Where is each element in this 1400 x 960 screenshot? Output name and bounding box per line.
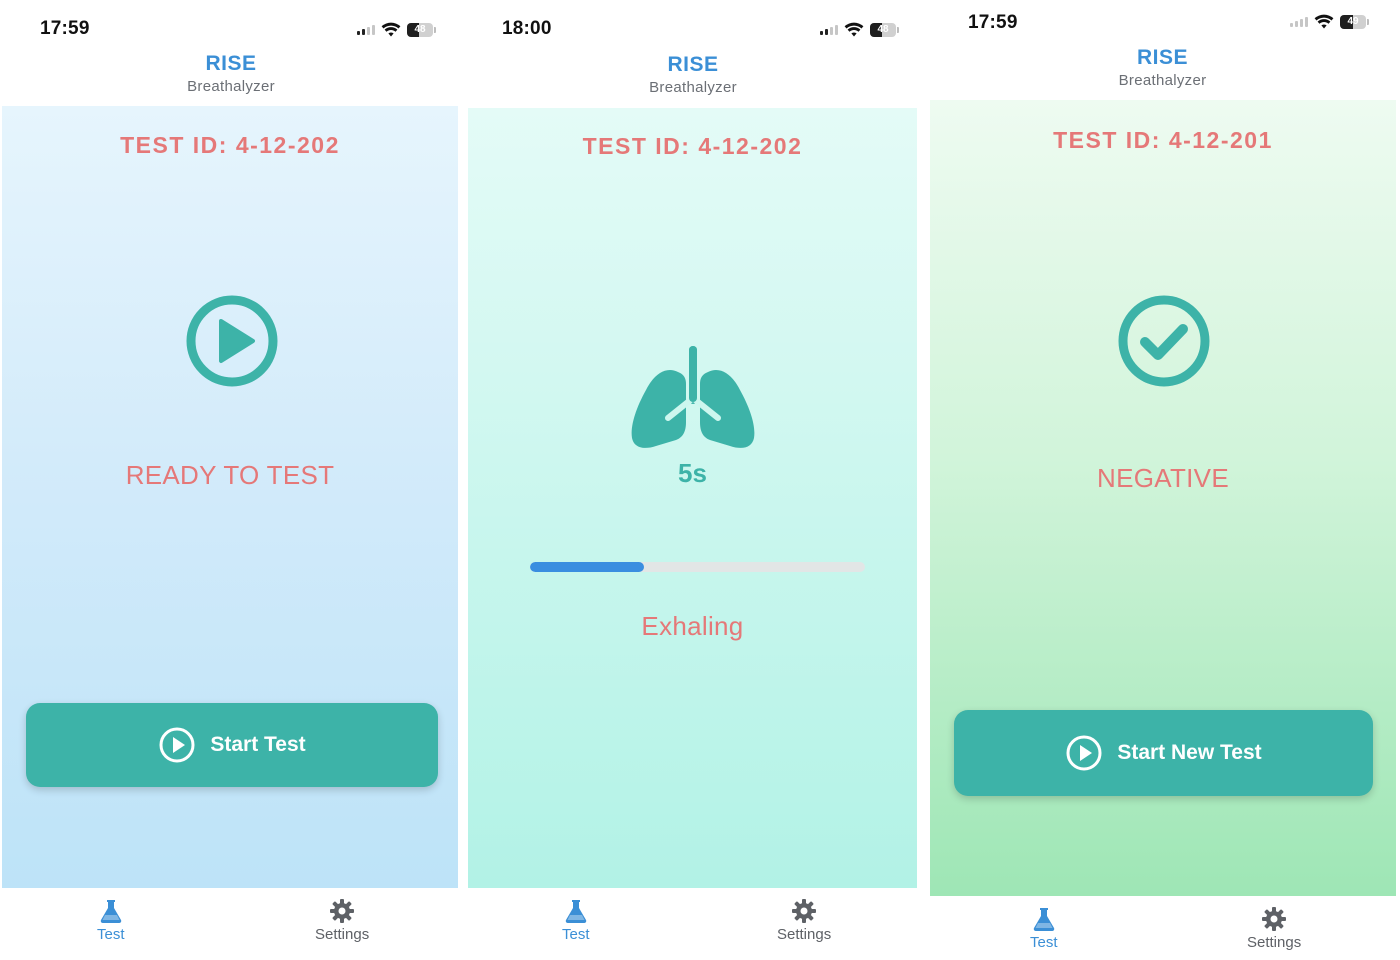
phone-screen-ready: 17:59 48 RISE Breathalyzer TEST ID: 4-12… bbox=[0, 0, 462, 960]
tab-test-label: Test bbox=[1030, 934, 1058, 951]
status-bar: 18:00 48 bbox=[463, 8, 923, 48]
lungs-icon bbox=[631, 346, 755, 448]
gear-icon bbox=[792, 899, 817, 923]
app-title: RISE bbox=[667, 53, 719, 76]
battery-percent: 48 bbox=[877, 24, 889, 35]
test-id-label: TEST ID: 4-12-202 bbox=[120, 132, 340, 158]
battery-percent: 49 bbox=[1347, 16, 1359, 27]
wifi-icon bbox=[381, 22, 401, 37]
status-time: 17:59 bbox=[40, 18, 90, 39]
tab-settings-label: Settings bbox=[315, 926, 370, 943]
cellular-signal-icon bbox=[357, 25, 375, 35]
test-result-label: NEGATIVE bbox=[1097, 463, 1229, 493]
flask-icon bbox=[565, 900, 587, 924]
gear-icon bbox=[1262, 907, 1287, 931]
tab-test[interactable]: Test bbox=[97, 898, 125, 943]
status-bar: 17:59 49 bbox=[925, 2, 1400, 42]
app-subtitle: Breathalyzer bbox=[1118, 72, 1207, 89]
status-time: 17:59 bbox=[968, 12, 1018, 33]
tab-test-label: Test bbox=[97, 926, 125, 943]
start-test-button[interactable]: Start Test bbox=[26, 703, 438, 787]
battery-icon: 48 bbox=[870, 23, 899, 37]
tab-bar: Test Settings bbox=[463, 888, 923, 960]
play-circle-icon bbox=[1066, 735, 1102, 771]
app-subtitle: Breathalyzer bbox=[187, 78, 275, 95]
test-panel: TEST ID: 4-12-202 5s Exhaling bbox=[468, 108, 917, 888]
wifi-icon bbox=[844, 22, 864, 37]
phone-screen-exhaling: 18:00 48 RISE Breathalyzer TEST ID: 4-12… bbox=[463, 0, 923, 960]
gear-icon bbox=[330, 899, 355, 923]
app-title: RISE bbox=[1136, 46, 1188, 69]
app-title: RISE bbox=[205, 52, 257, 75]
wifi-icon bbox=[1314, 14, 1334, 29]
test-status-label: READY TO TEST bbox=[125, 460, 335, 490]
test-id-label: TEST ID: 4-12-202 bbox=[582, 133, 803, 159]
tab-settings[interactable]: Settings bbox=[1247, 906, 1301, 951]
flask-icon bbox=[100, 900, 122, 924]
tab-settings[interactable]: Settings bbox=[315, 898, 369, 943]
tab-bar: Test Settings bbox=[925, 896, 1400, 960]
test-panel: TEST ID: 4-12-202 READY TO TEST Start Te… bbox=[2, 106, 458, 888]
status-time: 18:00 bbox=[502, 18, 552, 39]
test-id-label: TEST ID: 4-12-201 bbox=[1053, 127, 1273, 153]
tab-test[interactable]: Test bbox=[1030, 906, 1058, 951]
start-new-test-button[interactable]: Start New Test bbox=[954, 710, 1373, 796]
battery-icon: 49 bbox=[1340, 15, 1369, 29]
flask-icon bbox=[1033, 908, 1055, 932]
check-circle-icon bbox=[1118, 295, 1210, 387]
play-circle-icon bbox=[186, 295, 278, 387]
test-status-label: Exhaling bbox=[641, 611, 744, 641]
tab-test[interactable]: Test bbox=[562, 898, 590, 943]
phone-screen-result: 17:59 49 RISE Breathalyzer TEST ID: 4-12… bbox=[925, 0, 1400, 960]
tab-settings-label: Settings bbox=[777, 926, 832, 943]
exhale-progress-fill bbox=[530, 562, 644, 572]
test-panel: TEST ID: 4-12-201 NEGATIVE Start New Tes… bbox=[930, 100, 1396, 896]
battery-icon: 48 bbox=[407, 23, 436, 37]
start-new-test-button-label: Start New Test bbox=[1117, 741, 1262, 764]
start-test-button-label: Start Test bbox=[210, 733, 306, 756]
cellular-signal-icon bbox=[820, 25, 838, 35]
tab-settings[interactable]: Settings bbox=[777, 898, 831, 943]
battery-percent: 48 bbox=[414, 24, 426, 35]
tab-bar: Test Settings bbox=[0, 888, 462, 960]
cellular-signal-icon bbox=[1290, 17, 1308, 27]
exhale-timer: 5s bbox=[678, 458, 707, 488]
tab-settings-label: Settings bbox=[1247, 934, 1302, 951]
status-bar: 17:59 48 bbox=[0, 8, 462, 48]
exhale-progress-bar bbox=[530, 562, 865, 572]
app-subtitle: Breathalyzer bbox=[649, 79, 737, 96]
play-circle-icon bbox=[159, 727, 195, 763]
tab-test-label: Test bbox=[562, 926, 590, 943]
